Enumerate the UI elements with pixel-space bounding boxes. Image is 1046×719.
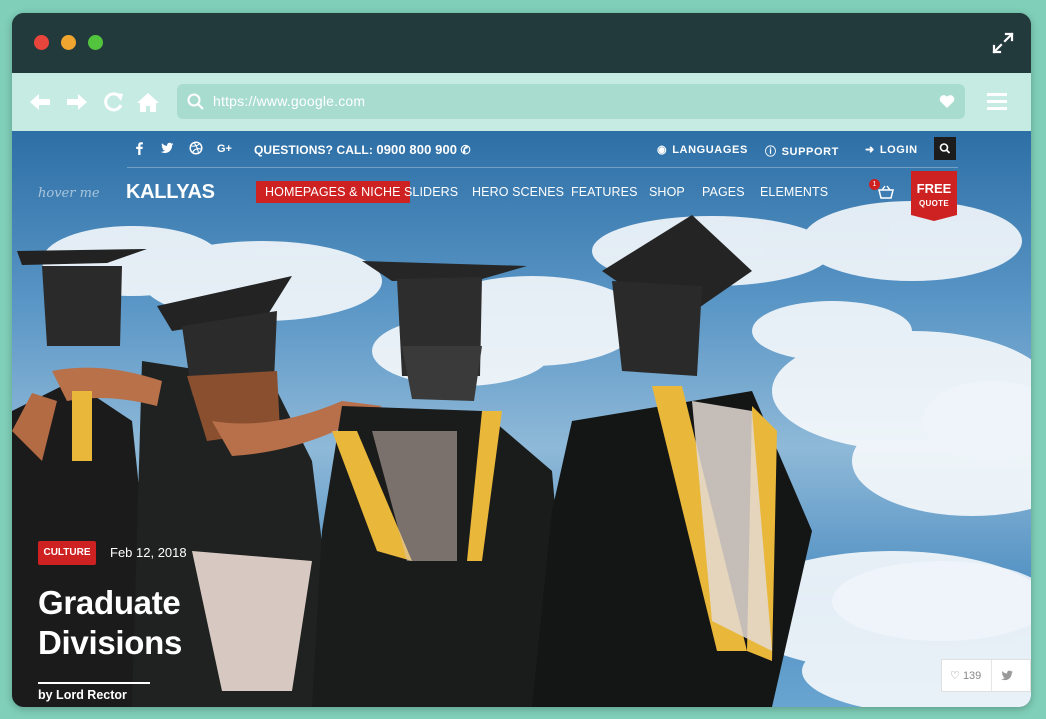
support-link[interactable]: ⓘ SUPPORT [765, 143, 839, 159]
google-plus-icon[interactable]: G+ [217, 141, 234, 155]
globe-icon: ◉ [657, 144, 668, 156]
phone-contact[interactable]: QUESTIONS? CALL: 0900 800 900 ✆ [254, 142, 471, 157]
nav-item-hero-scenes[interactable]: HERO SCENES [472, 185, 564, 199]
minimize-window-button[interactable] [61, 35, 76, 50]
login-label: LOGIN [879, 144, 918, 156]
address-bar[interactable]: https://www.google.com [177, 84, 965, 119]
site-search-button[interactable] [934, 137, 956, 160]
title-bar [12, 13, 1031, 73]
dribbble-icon[interactable] [189, 141, 203, 155]
browser-window: https://www.google.com G+ QUESTIONS? CAL… [12, 13, 1031, 707]
svg-text:G+: G+ [217, 143, 232, 155]
nav-item-elements[interactable]: ELEMENTS [760, 185, 828, 199]
login-link[interactable]: ➜ LOGIN [865, 143, 918, 156]
nav-item-pages[interactable]: PAGES [702, 185, 745, 199]
shopping-basket-icon[interactable] [878, 185, 894, 199]
site-logo[interactable]: KALLYAS [126, 181, 215, 204]
free-quote-button[interactable]: FREE QUOTE [911, 171, 957, 221]
close-window-button[interactable] [34, 35, 49, 50]
post-title-line2: Divisions [38, 624, 183, 661]
heart-outline-icon: ♡ [950, 670, 960, 682]
twitter-share-icon[interactable] [1000, 669, 1014, 682]
url-text[interactable]: https://www.google.com [213, 93, 365, 109]
post-date: Feb 12, 2018 [110, 545, 187, 560]
hamburger-menu-icon[interactable] [987, 92, 1007, 110]
web-page: G+ QUESTIONS? CALL: 0900 800 900 ✆ ◉ LANG… [12, 131, 1031, 707]
home-icon[interactable] [136, 91, 160, 113]
search-icon [939, 143, 951, 154]
info-icon: ⓘ [765, 146, 777, 158]
forward-arrow-icon[interactable] [65, 91, 89, 113]
share-box: ♡ 139 [941, 659, 1031, 692]
maximize-window-button[interactable] [88, 35, 103, 50]
nav-item-features[interactable]: FEATURES [571, 185, 638, 199]
questions-label: QUESTIONS? CALL: [254, 143, 373, 157]
heart-icon[interactable] [939, 94, 955, 109]
login-icon: ➜ [865, 144, 875, 156]
twitter-icon[interactable] [160, 141, 174, 155]
free-quote-line1: FREE [916, 181, 952, 196]
hover-me-hint: hover me [38, 186, 100, 201]
phone-number[interactable]: 0900 800 900 [376, 142, 457, 157]
browser-toolbar: https://www.google.com [12, 73, 1031, 131]
post-title[interactable]: Graduate Divisions [38, 583, 182, 663]
site-topbar: G+ QUESTIONS? CALL: 0900 800 900 ✆ ◉ LANG… [12, 131, 1031, 168]
category-badge[interactable]: CULTURE [38, 541, 96, 565]
post-author[interactable]: by Lord Rector [38, 688, 127, 702]
languages-label: LANGUAGES [672, 144, 748, 156]
main-navigation: hover me KALLYAS HOMEPAGES & NICHE SLIDE… [12, 171, 1031, 231]
fullscreen-icon[interactable] [991, 31, 1015, 55]
facebook-icon[interactable] [132, 141, 146, 155]
nav-item-shop[interactable]: SHOP [649, 185, 685, 199]
reload-icon[interactable] [102, 91, 126, 113]
search-icon [187, 93, 204, 110]
back-arrow-icon[interactable] [28, 91, 52, 113]
support-label: SUPPORT [781, 146, 839, 158]
title-underline [38, 682, 150, 684]
nav-item-homepages[interactable]: HOMEPAGES & NICHE [256, 181, 410, 203]
like-count: 139 [962, 670, 982, 682]
post-title-line1: Graduate [38, 584, 181, 621]
phone-icon: ✆ [460, 143, 471, 157]
topbar-divider [127, 167, 958, 168]
like-button[interactable]: ♡ 139 [950, 669, 981, 682]
share-divider [991, 660, 992, 691]
languages-link[interactable]: ◉ LANGUAGES [657, 143, 748, 156]
nav-item-sliders[interactable]: SLIDERS [404, 185, 458, 199]
free-quote-line2: QUOTE [919, 199, 949, 208]
